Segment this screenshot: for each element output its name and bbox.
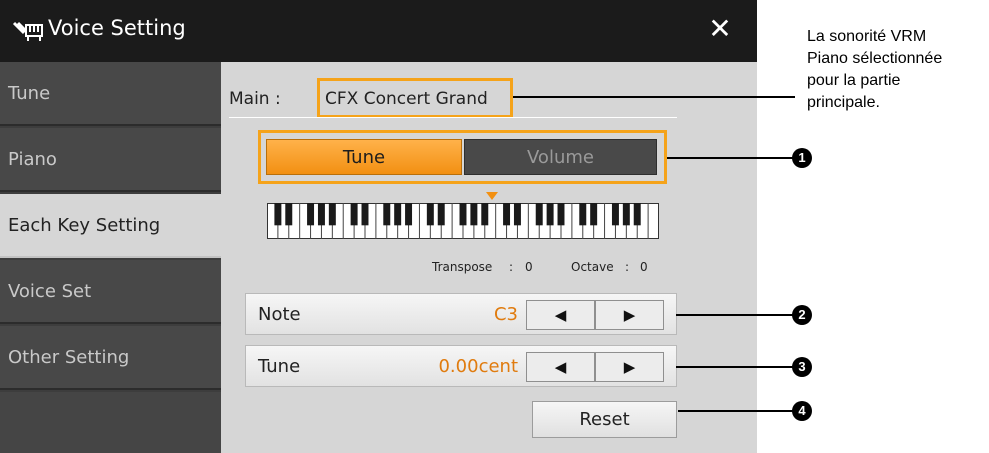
tune-row: Tune 0.00cent ◀ ▶: [245, 345, 677, 387]
transpose-separator: :: [509, 260, 514, 274]
piano-keys-icon: [12, 20, 44, 46]
main-panel: Main : CFX Concert Grand Tune Volume Tra…: [221, 62, 757, 453]
callout-number-2: 2: [792, 305, 812, 325]
caption-line: principale.: [807, 94, 880, 111]
black-key: [405, 203, 413, 226]
callout-leader-2: [676, 314, 794, 316]
black-key: [459, 203, 467, 226]
sidebar-item-tune[interactable]: Tune: [0, 62, 221, 126]
octave-value: 0: [640, 260, 648, 274]
callout-leader-voice: [513, 96, 795, 98]
black-key: [546, 203, 554, 226]
black-key: [328, 203, 336, 226]
black-key: [437, 203, 445, 226]
black-key: [470, 203, 478, 226]
sidebar-item-voice-set[interactable]: Voice Set: [0, 260, 221, 324]
note-increment-button[interactable]: ▶: [595, 300, 664, 330]
caption-line: Piano sélectionnée: [807, 50, 943, 67]
black-key: [361, 203, 369, 226]
callout-leader-4: [678, 410, 794, 412]
tune-value: 0.00cent: [438, 356, 518, 377]
tab-tune[interactable]: Tune: [266, 139, 462, 175]
black-key: [513, 203, 521, 226]
black-key: [285, 203, 293, 226]
transpose-value: 0: [525, 260, 533, 274]
black-key: [274, 203, 282, 226]
black-key: [557, 203, 565, 226]
tune-label: Tune: [258, 356, 301, 377]
black-key: [394, 203, 402, 226]
sidebar-item-each-key-setting[interactable]: Each Key Setting: [0, 194, 221, 258]
black-key: [383, 203, 391, 226]
note-row: Note C3 ◀ ▶: [245, 293, 677, 335]
sidebar: Tune Piano Each Key Setting Voice Set Ot…: [0, 62, 221, 453]
callout-leader-3: [676, 366, 794, 368]
black-key: [426, 203, 434, 226]
octave-separator: :: [625, 260, 630, 274]
key-marker-icon: [486, 192, 498, 200]
black-key: [622, 203, 630, 226]
black-key: [535, 203, 543, 226]
callout-number-3: 3: [792, 357, 812, 377]
black-key: [317, 203, 325, 226]
close-icon[interactable]: ✕: [703, 12, 737, 46]
main-part-label: Main :: [229, 89, 281, 109]
octave-label: Octave: [571, 260, 614, 274]
black-key: [481, 203, 489, 226]
caption-line: La sonorité VRM: [807, 28, 927, 45]
callout-number-4: 4: [792, 401, 812, 421]
reset-button[interactable]: Reset: [532, 401, 677, 438]
callout-leader-1: [667, 157, 794, 159]
callout-number-1: 1: [792, 148, 812, 168]
window-title: Voice Setting: [48, 16, 186, 40]
caption-line: pour la partie: [807, 72, 901, 89]
main-divider: [229, 117, 677, 118]
note-value: C3: [493, 304, 518, 325]
note-decrement-button[interactable]: ◀: [526, 300, 595, 330]
sidebar-item-piano[interactable]: Piano: [0, 128, 221, 192]
transpose-label: Transpose: [432, 260, 493, 274]
device-screen: Voice Setting ✕ Tune Piano Each Key Sett…: [0, 0, 757, 453]
voice-highlight-box: [317, 78, 513, 118]
callout-caption: La sonorité VRM Piano sélectionnée pour …: [807, 26, 987, 114]
black-key: [350, 203, 358, 226]
tune-decrement-button[interactable]: ◀: [526, 352, 595, 382]
black-key: [307, 203, 315, 226]
black-key: [579, 203, 587, 226]
title-bar: Voice Setting ✕: [0, 0, 757, 62]
note-label: Note: [258, 304, 301, 325]
tune-increment-button[interactable]: ▶: [595, 352, 664, 382]
tab-volume[interactable]: Volume: [464, 139, 657, 175]
black-key: [633, 203, 641, 226]
sidebar-empty-slot: [0, 392, 221, 453]
keyboard-graphic: [267, 203, 659, 239]
black-key: [503, 203, 511, 226]
sidebar-item-other-setting[interactable]: Other Setting: [0, 326, 221, 390]
black-key: [590, 203, 598, 226]
black-key: [611, 203, 619, 226]
